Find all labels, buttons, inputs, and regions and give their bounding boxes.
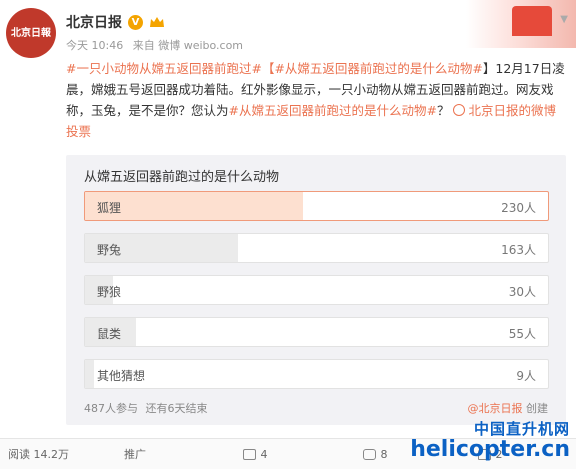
topic-link[interactable]: #一只小动物从嫦五返回器前跑过#: [66, 61, 262, 76]
comment-icon: [362, 448, 376, 460]
post-source[interactable]: 来自 微博 weibo.com: [133, 39, 243, 52]
avatar[interactable]: 北京日報: [6, 8, 56, 58]
topic-link[interactable]: #从嫦五返回器前跑过的是什么动物#: [229, 103, 437, 118]
poll-option[interactable]: 野兔 163人: [84, 233, 549, 263]
poll-participants: 487人参与: [84, 402, 138, 415]
poll-option-label: 野狼: [97, 285, 122, 299]
name-row: 北京日报 V: [66, 12, 165, 32]
poll-option[interactable]: 狐狸 230人: [84, 191, 549, 221]
share-count: 4: [260, 447, 268, 461]
poll-option-label: 鼠类: [97, 327, 122, 341]
watermark: 中国直升机网 helicopter.cn: [410, 418, 570, 461]
poll-creator: @北京日报 创建: [468, 400, 549, 416]
promote-label: 推广: [124, 448, 146, 461]
poll-option-count: 55人: [508, 327, 536, 341]
watermark-en: helicopter.cn: [410, 437, 570, 462]
poll-created-label: 创建: [526, 402, 548, 415]
post-meta: 今天 10:46 来自 微博 weibo.com: [66, 37, 249, 53]
poll-title: 从嫦五返回器前跑过的是什么动物: [84, 170, 280, 185]
avatar-logo-text: 北京日報: [11, 27, 51, 39]
poll-option[interactable]: 野狼 30人: [84, 275, 549, 305]
watermark-cn: 中国直升机网: [473, 420, 570, 438]
poll-remaining: 还有6天结束: [145, 402, 208, 415]
account-name[interactable]: 北京日报: [66, 12, 122, 32]
post-body: #一只小动物从嫦五返回器前跑过#【#从嫦五返回器前跑过的是什么动物#】12月17…: [66, 58, 566, 142]
poll-option-label: 其他猜想: [97, 369, 146, 383]
poll-option[interactable]: 鼠类 55人: [84, 317, 549, 347]
share-icon: [242, 448, 256, 460]
read-count: 阅读 14.2万: [0, 446, 80, 462]
poll-option-count: 9人: [516, 369, 536, 383]
topic-link[interactable]: 【#从嫦五返回器前跑过的是什么动物#: [262, 61, 483, 76]
crown-icon: [150, 17, 164, 27]
link-icon: [453, 104, 466, 116]
read-count-label: 阅读 14.2万: [8, 448, 69, 461]
share-button[interactable]: 4: [190, 448, 320, 461]
poll-footer: 487人参与 还有6天结束: [84, 400, 212, 416]
poll-option-label: 野兔: [97, 243, 122, 257]
poll-option-count: 163人: [501, 243, 536, 257]
chevron-down-icon[interactable]: ▼: [560, 14, 568, 25]
post-header: 北京日報 北京日报 V 今天 10:46 来自 微博 weibo.com ▼: [0, 0, 576, 60]
gate-icon: [512, 6, 552, 36]
poll-option-label: 狐狸: [97, 201, 122, 215]
poll-creator-link[interactable]: @北京日报: [468, 402, 523, 415]
comment-count: 8: [380, 447, 388, 461]
post-text-end: ？: [436, 103, 450, 118]
poll-option-count: 230人: [501, 201, 536, 215]
verified-icon: V: [128, 14, 143, 30]
poll-option-count: 30人: [508, 285, 536, 299]
post-time[interactable]: 今天 10:46: [66, 39, 123, 52]
poll-option[interactable]: 其他猜想 9人: [84, 359, 549, 389]
poll-option-bar: [85, 360, 95, 388]
promote-button[interactable]: 推广: [80, 446, 190, 462]
poll-card: 从嫦五返回器前跑过的是什么动物 狐狸 230人 野兔 163人 野狼 30人 鼠…: [66, 155, 566, 425]
